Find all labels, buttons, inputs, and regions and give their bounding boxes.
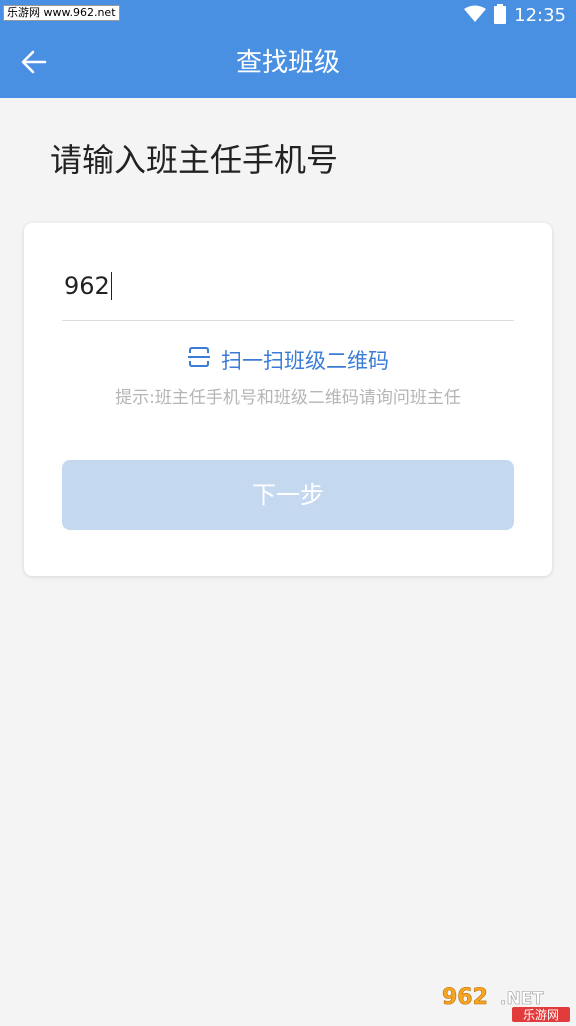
phone-input-field[interactable]: 962 [62,261,514,321]
status-bar: 乐游网 www.962.net 12:35 [0,0,576,30]
back-button[interactable] [10,40,58,88]
battery-icon [494,4,506,28]
scan-icon [187,345,211,377]
arrow-left-icon [20,48,48,80]
scan-qr-link[interactable]: 扫一扫班级二维码 [24,345,552,377]
wifi-icon [464,5,486,27]
phone-input-value: 962 [64,271,110,301]
text-cursor [111,272,112,300]
page-title: 查找班级 [0,30,576,98]
site-logo-watermark: 962 .NET 乐游网 [438,982,572,1022]
status-time: 12:35 [514,5,566,27]
svg-text:乐游网: 乐游网 [523,1008,559,1022]
find-class-card: 962 扫一扫班级二维码 提示:班主任手机号和班级二维码请询问班主任 下一步 [24,223,552,576]
hint-text: 提示:班主任手机号和班级二维码请询问班主任 [24,385,552,411]
svg-text:962: 962 [442,985,488,1010]
status-watermark: 乐游网 www.962.net [3,5,120,21]
scan-qr-label: 扫一扫班级二维码 [221,346,389,376]
svg-text:.NET: .NET [500,989,544,1009]
status-icons: 12:35 [464,4,566,28]
app-bar: 查找班级 [0,30,576,98]
next-button[interactable]: 下一步 [62,460,514,530]
phone-input[interactable]: 962 [64,271,112,301]
instruction-heading: 请输入班主任手机号 [50,136,338,184]
